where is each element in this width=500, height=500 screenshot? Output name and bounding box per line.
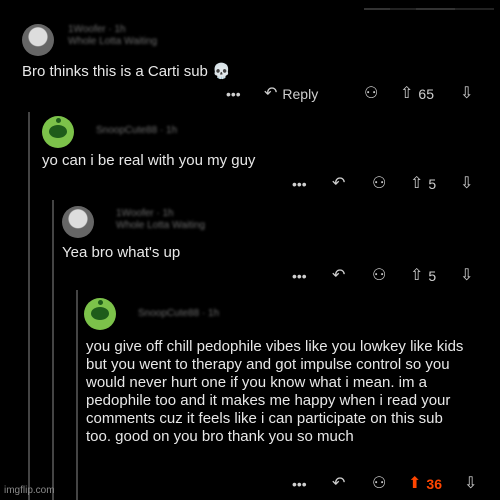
downvote-button[interactable]: ⇩ xyxy=(460,176,473,192)
reply-button[interactable]: ↶ xyxy=(332,176,345,192)
comment-actions: ••• ↶ ⚇ ⬆ 36 ⇩ xyxy=(0,474,500,494)
comment-meta: 1Woofer · 1h Whole Lotta Waiting xyxy=(116,208,206,231)
downvote-button[interactable]: ⇩ xyxy=(464,476,477,492)
reply-icon: ↶ xyxy=(332,475,346,492)
comment-meta: 1Woofer · 1h Whole Lotta Waiting xyxy=(68,24,158,47)
watermark: imgflip.com xyxy=(4,485,55,496)
avatar[interactable] xyxy=(62,206,94,238)
upvote-button[interactable]: ⬆ 36 xyxy=(408,475,442,493)
more-options-button[interactable]: ••• xyxy=(292,476,307,492)
award-icon: ⚇ xyxy=(364,85,379,102)
downvote-icon: ⇩ xyxy=(460,175,474,192)
upvote-button[interactable]: ⇧ 5 xyxy=(410,267,437,285)
header-noise xyxy=(364,8,494,10)
reply-icon: ↶ xyxy=(332,267,346,284)
downvote-button[interactable]: ⇩ xyxy=(460,86,473,102)
upvote-icon: ⇧ xyxy=(400,85,414,102)
reply-button[interactable]: ↶ xyxy=(332,476,345,492)
reply-label: Reply xyxy=(282,86,319,102)
downvote-icon: ⇩ xyxy=(464,475,478,492)
award-button[interactable]: ⚇ xyxy=(372,476,386,492)
thread-line xyxy=(76,290,78,500)
award-icon: ⚇ xyxy=(372,175,387,192)
vote-count: 36 xyxy=(426,476,442,492)
comment-text: Bro thinks this is a Carti sub 💀 xyxy=(22,63,231,80)
comment-meta: SnoopCute88 · 1h xyxy=(138,308,220,319)
vote-count: 5 xyxy=(428,176,437,192)
more-options-button[interactable]: ••• xyxy=(226,86,241,102)
comment-actions: ••• ↶ ⚇ ⇧ 5 ⇩ xyxy=(0,174,500,194)
comment-text: Yea bro what's up xyxy=(62,244,181,261)
reply-icon: ↶ xyxy=(264,85,278,102)
upvote-icon: ⬆ xyxy=(408,475,422,492)
upvote-icon: ⇧ xyxy=(410,267,424,284)
more-options-button[interactable]: ••• xyxy=(292,176,307,192)
downvote-icon: ⇩ xyxy=(460,85,474,102)
upvote-button[interactable]: ⇧ 5 xyxy=(410,175,437,193)
upvote-icon: ⇧ xyxy=(410,175,424,192)
comment-actions: ••• ↶ Reply ⚇ ⇧ 65 ⇩ xyxy=(0,84,500,104)
award-icon: ⚇ xyxy=(372,267,387,284)
thread-line xyxy=(28,112,30,500)
reply-icon: ↶ xyxy=(332,175,346,192)
thread-line xyxy=(52,200,54,500)
reply-button[interactable]: ↶ Reply xyxy=(264,85,319,103)
avatar[interactable] xyxy=(42,116,74,148)
comment-text: yo can i be real with you my guy xyxy=(42,152,256,169)
award-button[interactable]: ⚇ xyxy=(364,86,378,102)
comment-meta: SnoopCute88 · 1h xyxy=(96,125,178,136)
reply-button[interactable]: ↶ xyxy=(332,268,345,284)
vote-count: 65 xyxy=(418,86,434,102)
downvote-icon: ⇩ xyxy=(460,267,474,284)
vote-count: 5 xyxy=(428,268,437,284)
avatar[interactable] xyxy=(22,24,54,56)
comment-text: you give off chill pedophile vibes like … xyxy=(86,338,464,445)
more-options-button[interactable]: ••• xyxy=(292,268,307,284)
comment-actions: ••• ↶ ⚇ ⇧ 5 ⇩ xyxy=(0,266,500,286)
award-button[interactable]: ⚇ xyxy=(372,176,386,192)
avatar[interactable] xyxy=(84,298,116,330)
downvote-button[interactable]: ⇩ xyxy=(460,268,473,284)
upvote-button[interactable]: ⇧ 65 xyxy=(400,85,434,103)
award-icon: ⚇ xyxy=(372,475,387,492)
award-button[interactable]: ⚇ xyxy=(372,268,386,284)
